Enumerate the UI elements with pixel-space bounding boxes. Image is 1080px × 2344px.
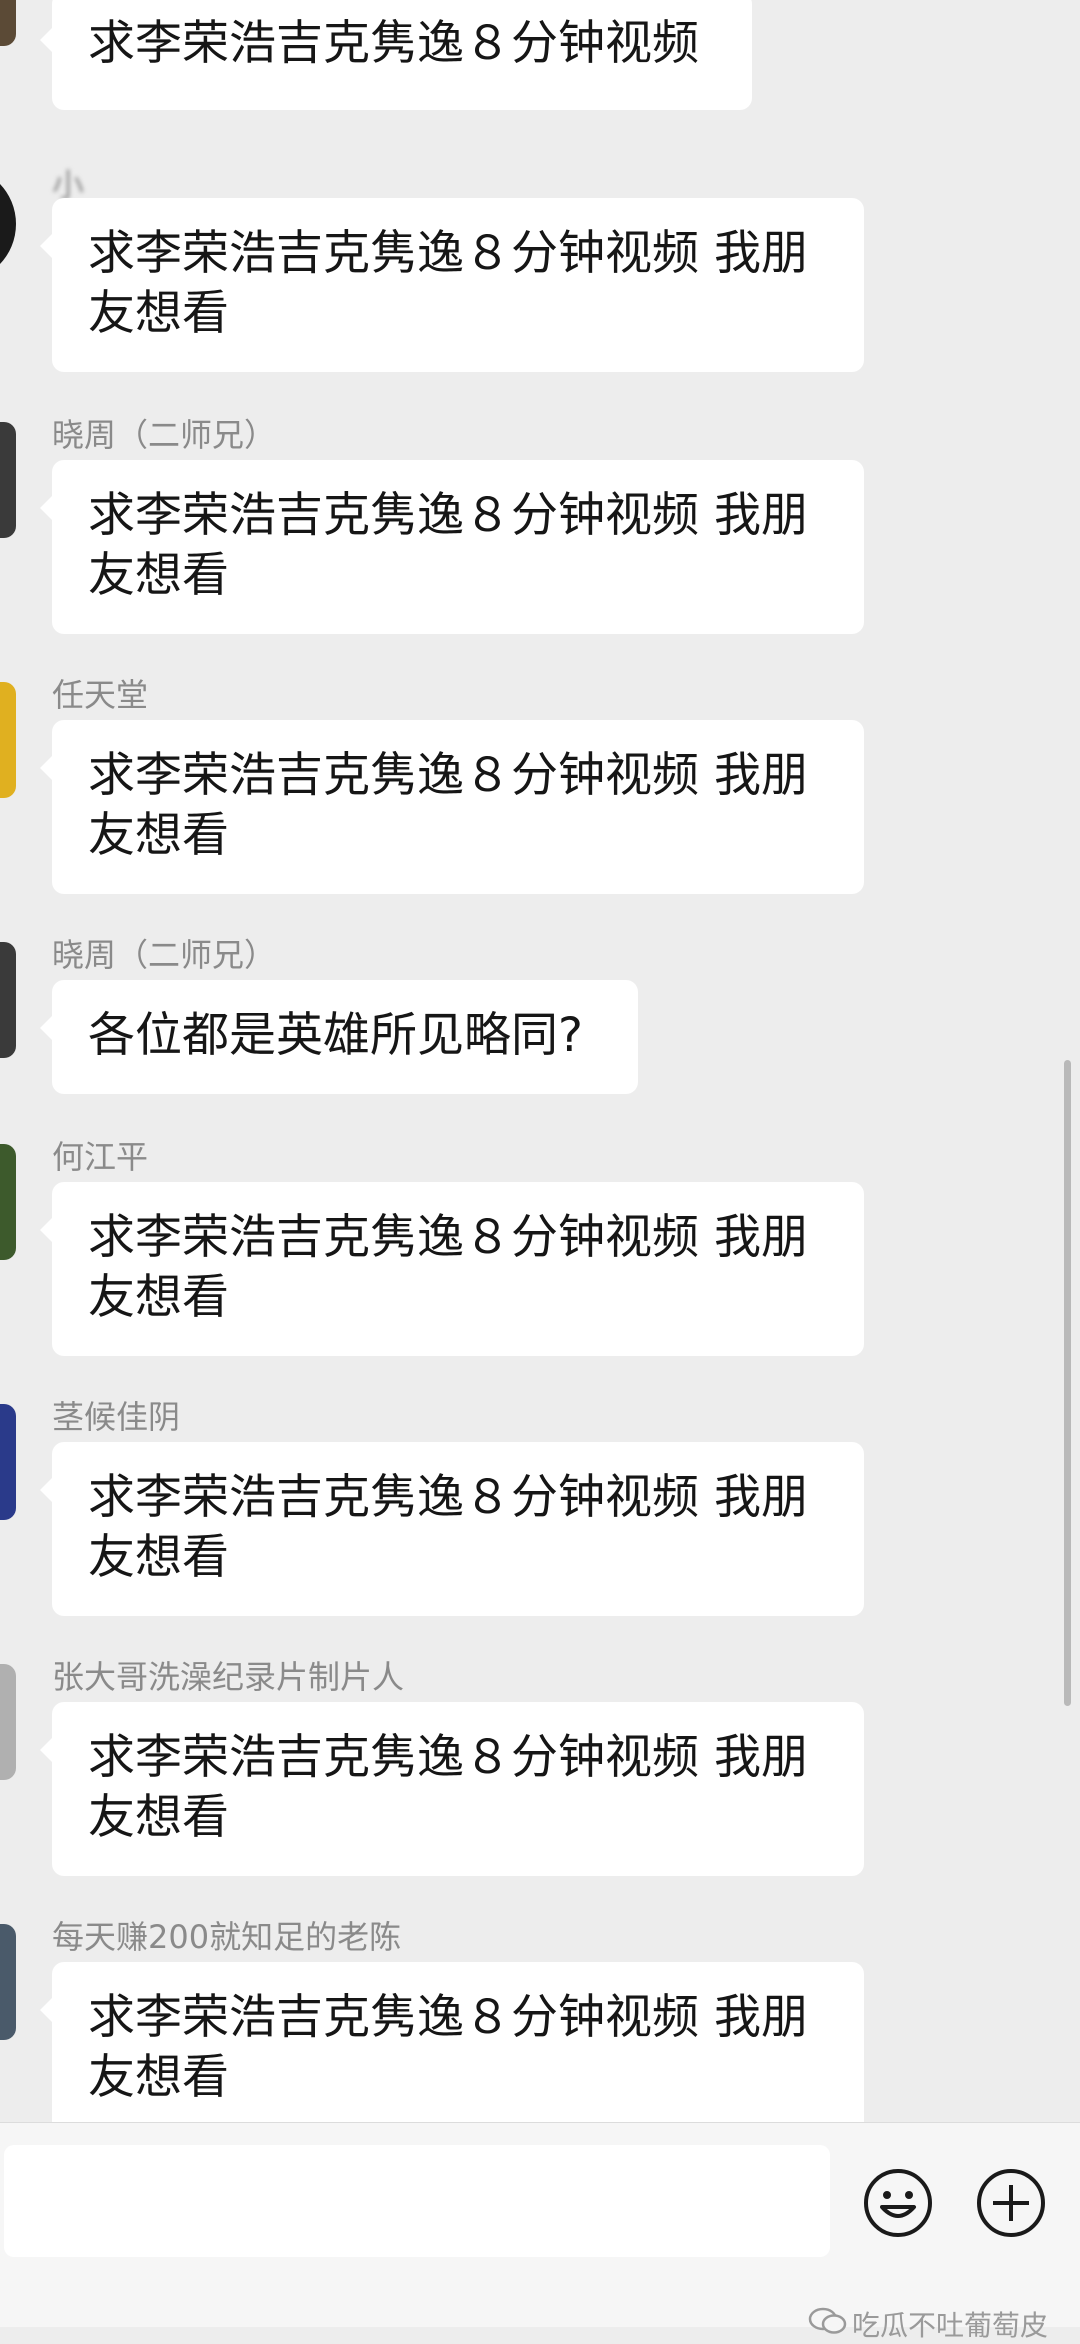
- message-input[interactable]: [4, 2145, 830, 2257]
- avatar[interactable]: [0, 1144, 16, 1260]
- message-bubble[interactable]: 求李荣浩吉克隽逸８分钟视频 我朋友想看: [40, 460, 864, 634]
- avatar[interactable]: [0, 1664, 16, 1780]
- message-bubble[interactable]: 各位都是英雄所见略同?: [40, 980, 638, 1094]
- sender-name: 何江平: [52, 1138, 149, 1176]
- avatar[interactable]: [0, 942, 16, 1058]
- watermark: 吃瓜不吐葡萄皮: [808, 2304, 1048, 2344]
- avatar[interactable]: [0, 682, 16, 798]
- emoji-icon: [864, 2169, 932, 2237]
- sender-name: 晓周（二师兄）: [52, 936, 277, 974]
- avatar[interactable]: [0, 422, 16, 538]
- message-bubble[interactable]: 求李荣浩吉克隽逸８分钟视频 我朋友想看: [40, 198, 864, 372]
- avatar[interactable]: [0, 0, 16, 46]
- message-bubble[interactable]: 求李荣浩吉克隽逸８分钟视频 我朋友想看: [40, 1702, 864, 1876]
- sender-name: 茎候佳阴: [52, 1398, 181, 1436]
- message-bubble[interactable]: 求李荣浩吉克隽逸８分钟视频 我朋友想看: [40, 720, 864, 894]
- message-bubble[interactable]: 求李荣浩吉克隽逸８分钟视频 我朋友想看: [40, 1442, 864, 1616]
- avatar[interactable]: [0, 1924, 16, 2040]
- plus-icon: [977, 2169, 1045, 2237]
- message-bubble[interactable]: 求李荣浩吉克隽逸８分钟视频 我朋友想看: [40, 1182, 864, 1356]
- scrollbar[interactable]: [1064, 1060, 1071, 1706]
- message-bubble[interactable]: 求李荣浩吉克隽逸８分钟视频: [40, 0, 752, 110]
- avatar[interactable]: [0, 1404, 16, 1520]
- sender-name: 每天赚200就知足的老陈: [52, 1918, 402, 1956]
- chat-message-list[interactable]: 求李荣浩吉克隽逸８分钟视频 小 求李荣浩吉克隽逸８分钟视频 我朋友想看 晓周（二…: [0, 0, 1080, 2122]
- sender-name: 晓周（二师兄）: [52, 416, 277, 454]
- sender-name: 任天堂: [52, 676, 149, 714]
- sender-name: 张大哥洗澡纪录片制片人: [52, 1658, 405, 1696]
- more-button[interactable]: [975, 2167, 1047, 2239]
- input-bar: [0, 2122, 1080, 2327]
- wechat-icon: [808, 2306, 848, 2343]
- avatar[interactable]: [0, 166, 16, 282]
- message-bubble[interactable]: 求李荣浩吉克隽逸８分钟视频 我朋友想看: [40, 1962, 864, 2122]
- emoji-button[interactable]: [862, 2167, 934, 2239]
